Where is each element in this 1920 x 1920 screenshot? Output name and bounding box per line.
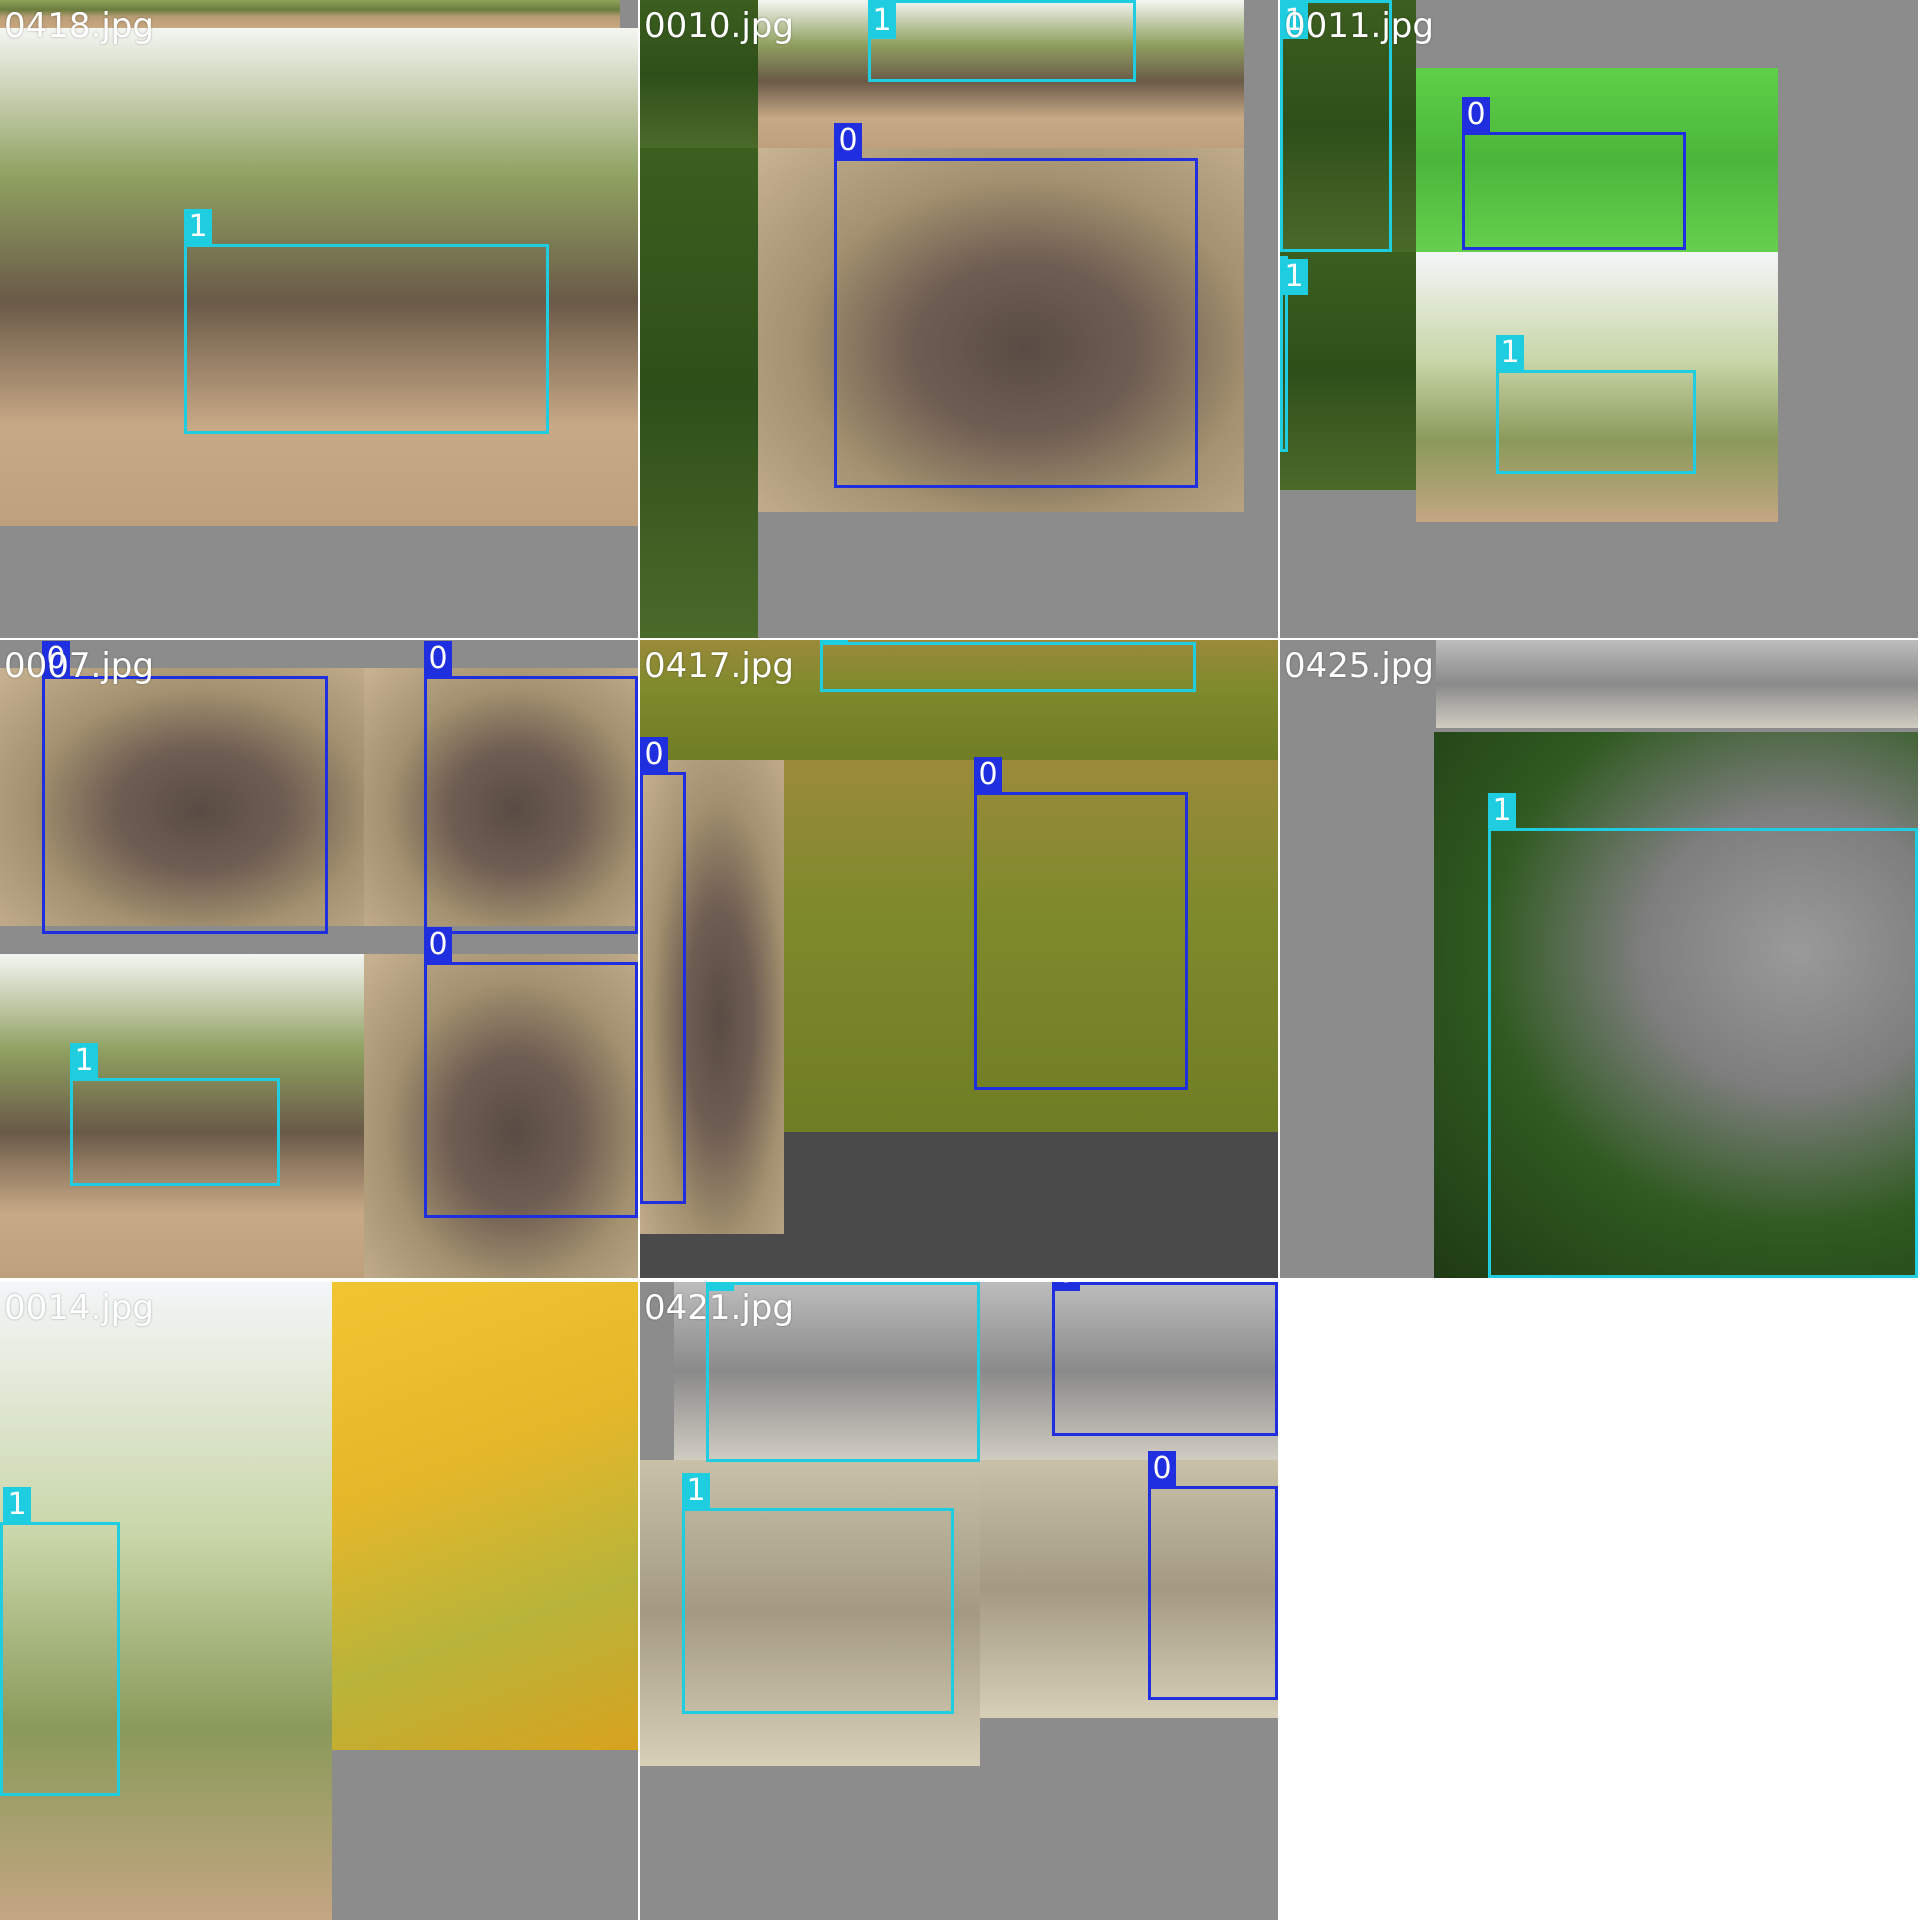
image-filename: 0417.jpg <box>644 646 794 686</box>
bbox-class-label: 0 <box>974 757 1002 793</box>
image-filename: 0014.jpg <box>4 1288 154 1328</box>
bbox-elephant: 1 <box>184 209 549 434</box>
bbox-class-label: 0 <box>834 123 862 159</box>
shrub-strip-image <box>640 148 758 638</box>
mosaic-cell-0421: 0421.jpg 1 0 1 0 <box>640 1282 1278 1920</box>
bbox-buffalo: 0 <box>1052 1282 1278 1436</box>
bbox-elephant: 1 <box>820 640 1196 692</box>
mosaic-cell-0417: 0417.jpg 1 0 0 <box>640 640 1278 1278</box>
bbox-buffalo: 0 <box>834 123 1198 488</box>
bbox-buffalo: 0 <box>1148 1451 1278 1700</box>
bbox-class-label: 0 <box>1148 1451 1176 1487</box>
mosaic-cell-0010: 0010.jpg 1 0 <box>640 0 1278 638</box>
bbox-class-label: 1 <box>70 1043 98 1079</box>
mosaic-cell-0425: 0425.jpg 1 <box>1280 640 1918 1278</box>
bbox-class-label: 1 <box>3 1487 31 1523</box>
bbox-elephant: 1 <box>1280 256 1308 452</box>
image-filename: 0425.jpg <box>1284 646 1434 686</box>
bbox-class-label: 0 <box>640 737 668 773</box>
bbox-class-label: 1 <box>682 1473 710 1509</box>
bbox-buffalo: 0 <box>42 641 328 934</box>
mosaic-cell-0007: 0007.jpg 0 0 1 0 <box>0 640 638 1278</box>
yellow-grass-image <box>332 1282 638 1750</box>
rock-strip-image <box>1436 640 1918 728</box>
bbox-elephant: 1 <box>0 1487 120 1796</box>
image-filename: 0007.jpg <box>4 646 154 686</box>
image-filename: 0011.jpg <box>1284 6 1434 46</box>
bbox-buffalo: 0 <box>424 927 638 1218</box>
bbox-elephant: 1 <box>1496 335 1696 474</box>
bbox-buffalo: 0 <box>1462 97 1686 250</box>
mosaic-cell-0014: 0014.jpg 1 <box>0 1282 638 1920</box>
bbox-elephant: 1 <box>1488 793 1918 1278</box>
bbox-class-label: 1 <box>1488 793 1516 829</box>
bbox-class-label: 1 <box>1496 335 1524 371</box>
bbox-buffalo: 0 <box>424 641 638 934</box>
bbox-class-label: 1 <box>820 640 848 643</box>
bbox-class-label: 0 <box>1052 1282 1080 1291</box>
bbox-class-label: 0 <box>1462 97 1490 133</box>
mosaic-cell-0011: 0011.jpg 1 0 1 1 <box>1280 0 1918 638</box>
mosaic-cell-0418: 0418.jpg 1 <box>0 0 638 638</box>
bbox-class-label: 0 <box>424 641 452 677</box>
bbox-elephant: 1 <box>682 1473 954 1714</box>
bbox-class-label: 1 <box>868 3 896 39</box>
image-filename: 0010.jpg <box>644 6 794 46</box>
bbox-buffalo: 0 <box>640 737 686 1204</box>
bbox-elephant: 1 <box>868 0 1136 82</box>
bbox-class-label: 0 <box>424 927 452 963</box>
image-filename: 0421.jpg <box>644 1288 794 1328</box>
bbox-class-label: 1 <box>1280 259 1308 295</box>
bbox-elephant: 1 <box>70 1043 280 1186</box>
bbox-class-label: 1 <box>184 209 212 245</box>
image-filename: 0418.jpg <box>4 6 154 46</box>
bbox-buffalo: 0 <box>974 757 1188 1090</box>
grid-divider-h1 <box>0 638 1920 640</box>
